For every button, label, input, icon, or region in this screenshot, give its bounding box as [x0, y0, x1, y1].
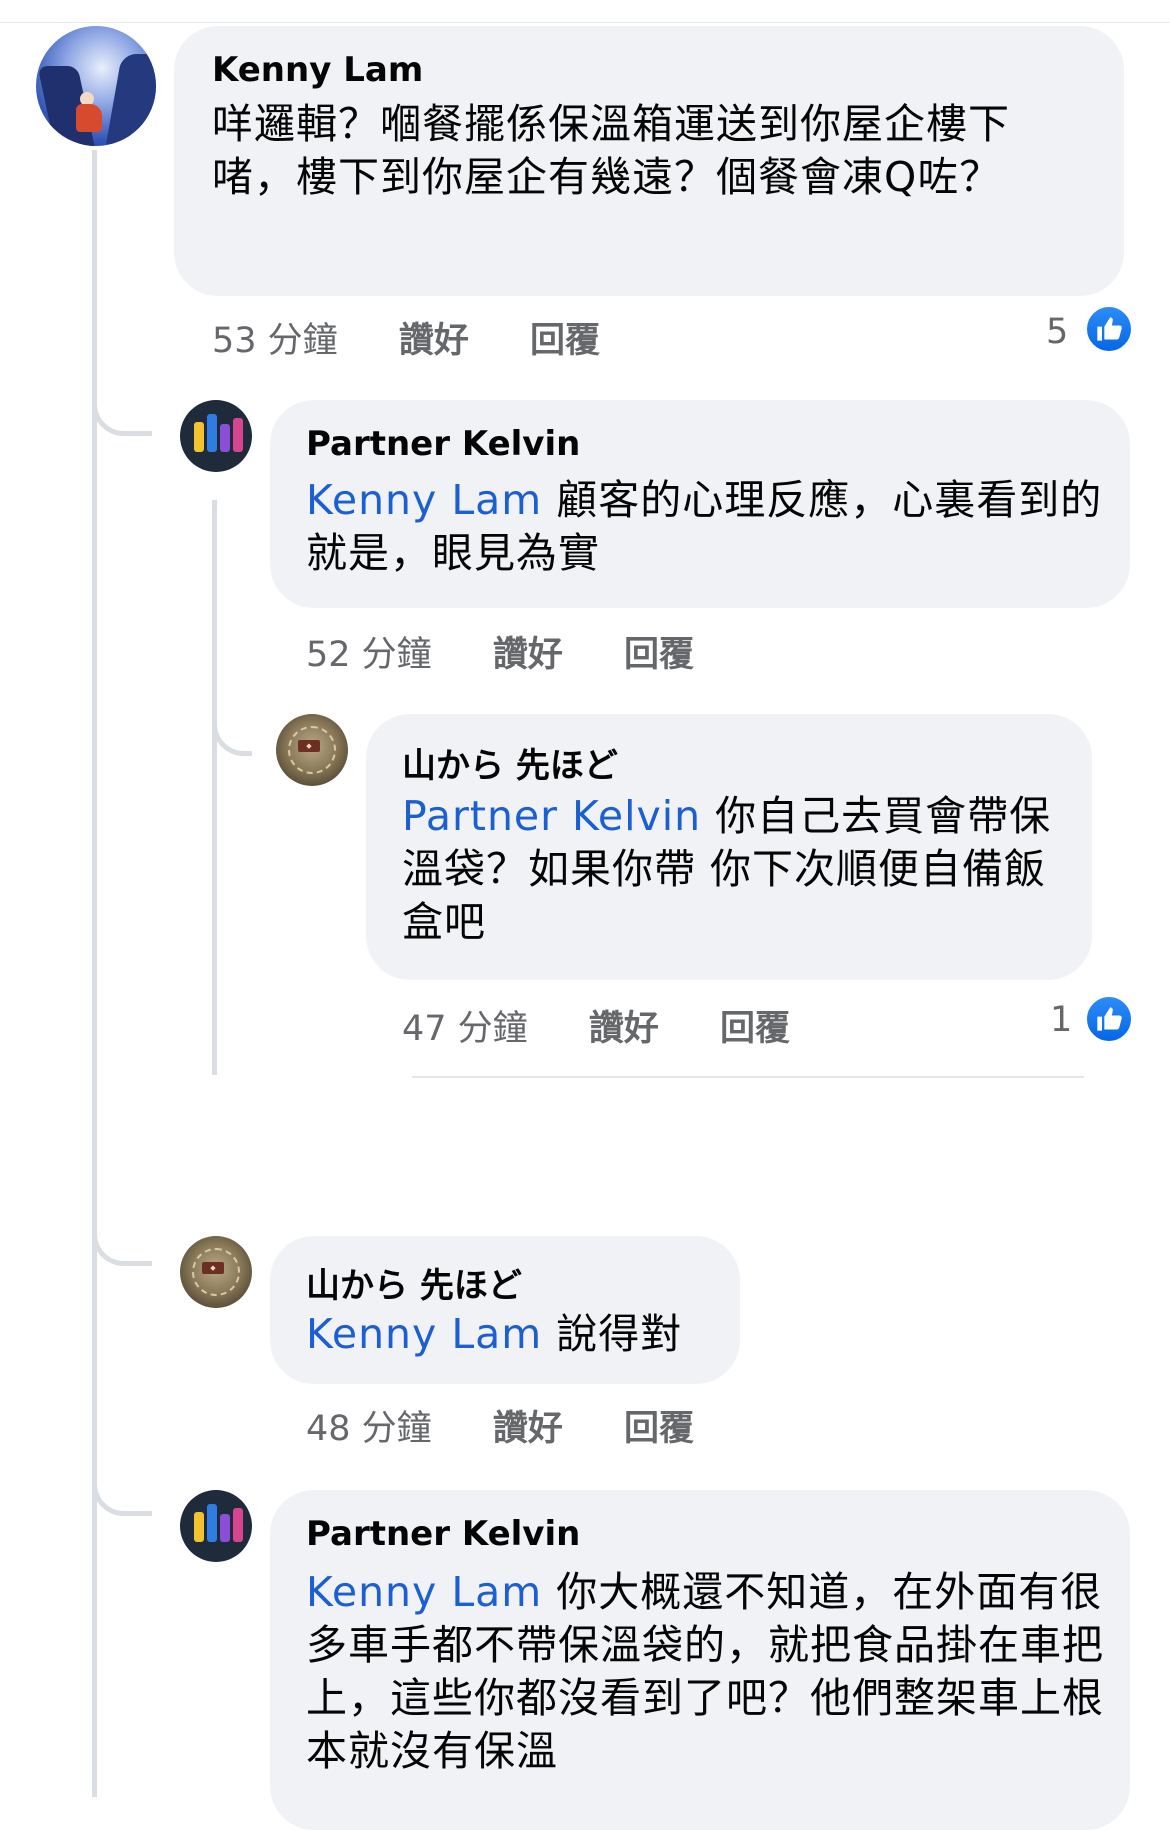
thread-line-nested: [212, 500, 217, 1075]
top-divider: [0, 22, 1170, 23]
like-button[interactable]: 讚好: [399, 321, 469, 361]
mention-link[interactable]: Kenny Lam: [306, 476, 542, 524]
comment-meta: 53 分鐘 讚好 回覆: [212, 312, 600, 363]
thread-connector: [92, 1170, 152, 1266]
reply-divider: [412, 1076, 1084, 1078]
comment-text: Kenny Lam 顧客的心理反應，心裏看到的就是，眼見為實: [306, 474, 1106, 580]
comment-author[interactable]: Kenny Lam: [212, 50, 423, 90]
mention-link[interactable]: Kenny Lam: [306, 1310, 542, 1358]
mention-link[interactable]: Partner Kelvin: [402, 792, 701, 840]
comment-bubble: Kenny Lam 咩邏輯？嗰餐擺係保溫箱運送到你屋企樓下啫，樓下到你屋企有幾遠…: [174, 26, 1124, 296]
comment-time[interactable]: 53 分鐘: [212, 321, 338, 361]
comment-meta: 48 分鐘 讚好 回覆: [306, 1400, 694, 1451]
comment-body: 說得對: [542, 1310, 683, 1358]
avatar[interactable]: ◆: [180, 1236, 252, 1308]
comment-text: Kenny Lam 說得對: [306, 1308, 726, 1361]
comment-bubble: Partner Kelvin Kenny Lam 你大概還不知道，在外面有很多車…: [270, 1490, 1130, 1830]
reply-button[interactable]: 回覆: [530, 321, 600, 361]
comment-meta: 52 分鐘 讚好 回覆: [306, 626, 694, 677]
reply-button[interactable]: 回覆: [624, 1409, 694, 1449]
reply-button[interactable]: 回覆: [624, 635, 694, 675]
avatar[interactable]: [180, 1490, 252, 1562]
like-button[interactable]: 讚好: [493, 1409, 563, 1449]
like-count: 1: [1050, 1000, 1073, 1040]
comment-author[interactable]: Partner Kelvin: [306, 1514, 580, 1554]
like-button[interactable]: 讚好: [493, 635, 563, 675]
comment-text: 咩邏輯？嗰餐擺係保溫箱運送到你屋企樓下啫，樓下到你屋企有幾遠？個餐會凍Q咗？: [212, 98, 1092, 204]
comment-author[interactable]: 山から 先ほど: [402, 738, 618, 787]
comment-text: Partner Kelvin 你自己去買會帶保溫袋？如果你帶 你下次順便自備飯盒…: [402, 790, 1062, 949]
comment-body: 咩邏輯？嗰餐擺係保溫箱運送到你屋企樓下啫，樓下到你屋企有幾遠？個餐會凍Q咗？: [212, 100, 1010, 201]
avatar[interactable]: [180, 400, 252, 472]
like-count: 5: [1046, 312, 1069, 352]
comment-time[interactable]: 47 分鐘: [402, 1009, 528, 1049]
reply-button[interactable]: 回覆: [720, 1009, 790, 1049]
comment-text: Kenny Lam 你大概還不知道，在外面有很多車手都不帶保溫袋的，就把食品掛在…: [306, 1566, 1106, 1778]
comment-meta: 47 分鐘 讚好 回覆: [402, 1000, 790, 1051]
mention-link[interactable]: Kenny Lam: [306, 1568, 542, 1616]
like-button[interactable]: 讚好: [589, 1009, 659, 1049]
thumbs-up-icon[interactable]: [1084, 994, 1134, 1044]
comment-author[interactable]: 山から 先ほど: [306, 1258, 522, 1307]
comment-bubble: 山から 先ほど Kenny Lam 說得對: [270, 1236, 740, 1384]
thread-connector: [92, 340, 152, 436]
thread-connector: [92, 1420, 152, 1516]
thread-connector: [212, 680, 252, 756]
comment-author[interactable]: Partner Kelvin: [306, 424, 580, 464]
comment-bubble: Partner Kelvin Kenny Lam 顧客的心理反應，心裏看到的就是…: [270, 400, 1130, 608]
comment-time[interactable]: 48 分鐘: [306, 1409, 432, 1449]
comment-bubble: 山から 先ほど Partner Kelvin 你自己去買會帶保溫袋？如果你帶 你…: [366, 714, 1092, 980]
thumbs-up-icon[interactable]: [1084, 304, 1134, 354]
avatar[interactable]: [36, 26, 156, 146]
comment-time[interactable]: 52 分鐘: [306, 635, 432, 675]
avatar[interactable]: ◆: [276, 714, 348, 786]
